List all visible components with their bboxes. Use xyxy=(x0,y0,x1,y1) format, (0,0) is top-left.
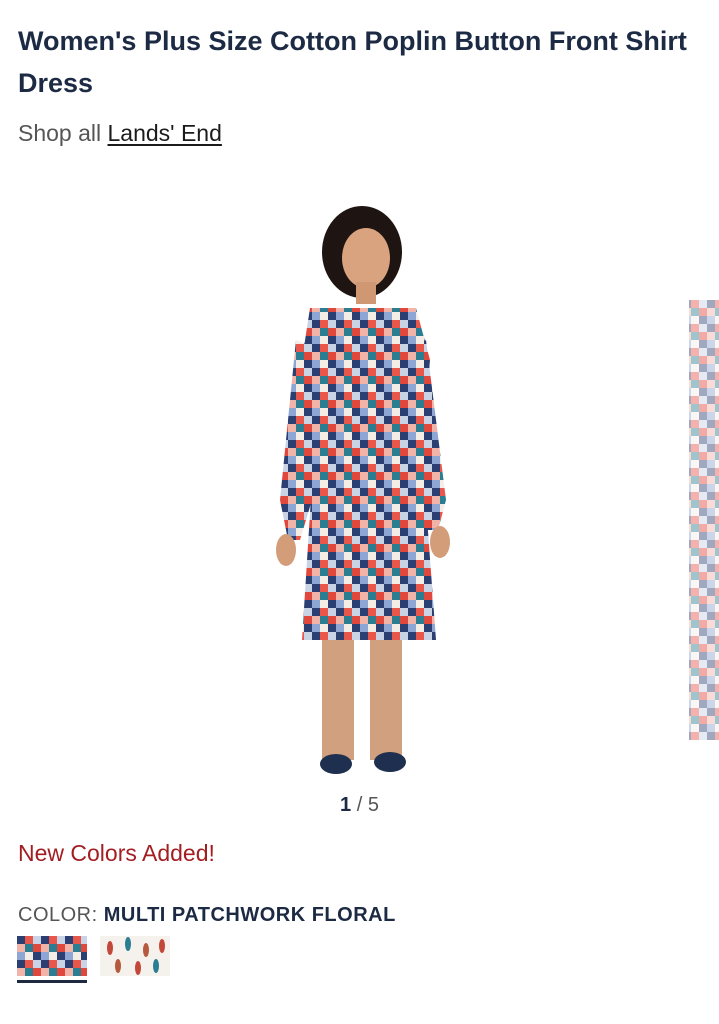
shop-all-line: Shop all Lands' End xyxy=(18,118,222,148)
product-image-main[interactable] xyxy=(240,200,480,780)
pager-total: 5 xyxy=(367,794,379,816)
new-colors-promo: New Colors Added! xyxy=(18,840,215,866)
image-pager: 1 / 5 xyxy=(0,794,719,817)
swatch-feather-image xyxy=(100,936,170,976)
selected-color-name: MULTI PATCHWORK FLORAL xyxy=(103,904,396,926)
product-title: Women's Plus Size Cotton Poplin Button F… xyxy=(18,26,687,98)
swatch-patchwork-image xyxy=(17,936,87,976)
pager-current: 1 xyxy=(340,794,352,816)
shop-all-prefix: Shop all xyxy=(18,120,102,146)
product-image-next[interactable] xyxy=(683,300,719,740)
swatch-multi-patchwork-floral[interactable] xyxy=(17,936,87,976)
brand-link[interactable]: Lands' End xyxy=(108,120,222,146)
swatch-feather-print[interactable] xyxy=(100,936,170,976)
color-selector-label: COLOR: MULTI PATCHWORK FLORAL xyxy=(18,904,396,927)
color-label: COLOR: xyxy=(18,904,98,926)
product-image-carousel[interactable] xyxy=(0,160,719,780)
pager-separator: / xyxy=(356,794,363,816)
selected-swatch-indicator xyxy=(17,980,87,983)
